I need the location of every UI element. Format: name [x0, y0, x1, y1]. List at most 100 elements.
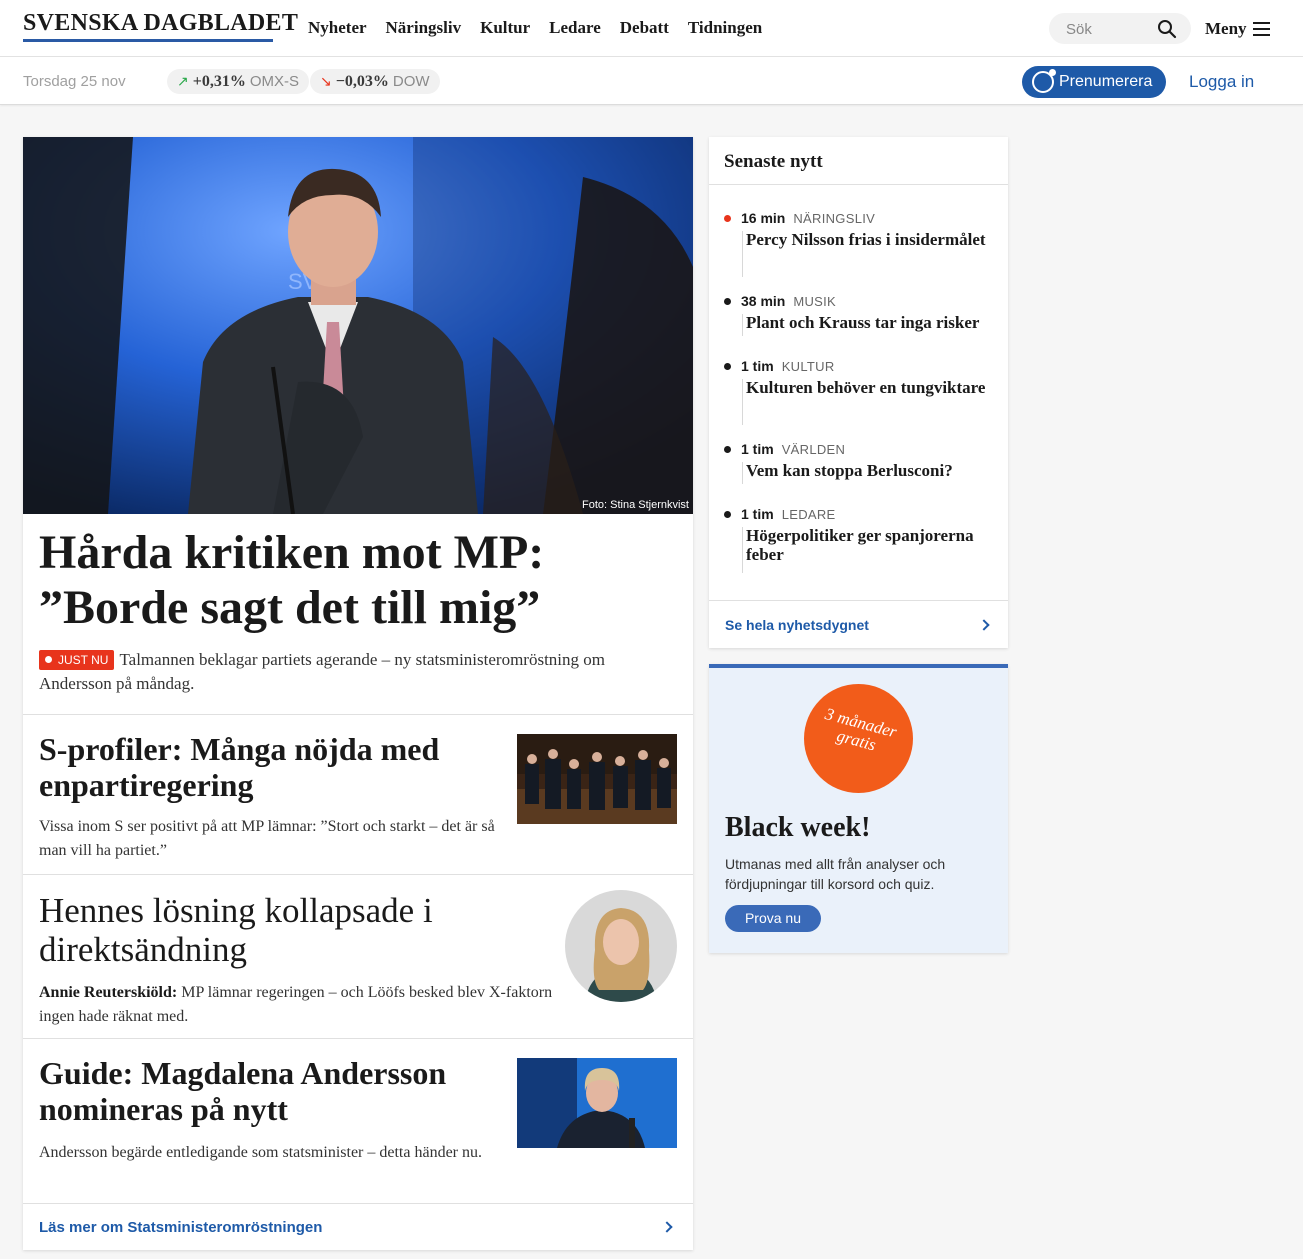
main-nav: Nyheter Näringsliv Kultur Ledare Debatt …: [308, 18, 781, 38]
article-thumbnail[interactable]: [517, 734, 677, 824]
article-teaser[interactable]: Guide: Magdalena Andersson nomineras på …: [23, 1038, 693, 1203]
latest-news-item[interactable]: 1 tim VÄRLDEN Vem kan stoppa Berlusconi?: [724, 440, 994, 484]
search-icon[interactable]: [1157, 19, 1177, 39]
news-category: NÄRINGSLIV: [793, 210, 876, 226]
ticker-dow[interactable]: ↘ −0,03% DOW: [310, 69, 440, 94]
live-dot-icon: [724, 214, 731, 222]
hero-photo: SVE: [23, 137, 693, 514]
news-headline[interactable]: Plant och Krauss tar inga risker: [746, 313, 994, 332]
article-headline[interactable]: Guide: Magdalena Andersson nomineras på …: [39, 1055, 499, 1127]
hero-image[interactable]: SVE Foto: Stina Stjernkvist: [23, 137, 693, 514]
trend-down-icon: ↘: [320, 73, 332, 89]
latest-news-title: Senaste nytt: [724, 151, 823, 172]
main-article-card: SVE Foto: Stina Stjernkvist Hårda kritik…: [23, 137, 693, 1250]
article-author: Annie Reuterskiöld:: [39, 984, 178, 1001]
ticker-omxs[interactable]: ↗ +0,31% OMX-S: [167, 69, 310, 94]
live-badge-label: JUST NU: [58, 652, 109, 667]
bullet-icon: [724, 297, 731, 305]
nav-item-ledare[interactable]: Ledare: [549, 18, 601, 38]
news-time: 1 tim: [741, 441, 774, 457]
promo-title: Black week!: [725, 812, 871, 843]
news-headline[interactable]: Kulturen behöver en tungviktare: [746, 378, 994, 397]
subscribe-label: Prenumerera: [1059, 73, 1153, 90]
bullet-icon: [724, 362, 731, 370]
ticker-index: DOW: [392, 73, 430, 90]
article-headline[interactable]: S-profiler: Många nöjda med enpartireger…: [39, 731, 499, 803]
latest-news-footer-label: Se hela nyhetsdygnet: [725, 617, 869, 633]
top-bar: SVENSKA DAGBLADET Nyheter Näringsliv Kul…: [0, 0, 1303, 57]
article-thumbnail[interactable]: [517, 1058, 677, 1148]
current-date: Torsdag 25 nov: [23, 73, 126, 90]
timeline-line: [742, 462, 743, 484]
login-link[interactable]: Logga in: [1189, 72, 1254, 92]
news-category: MUSIK: [793, 293, 837, 309]
promo-badge-text: 3 månader gratis: [801, 701, 916, 764]
news-category: VÄRLDEN: [781, 441, 846, 457]
timeline-line: [742, 314, 743, 336]
live-dot-icon: [45, 656, 52, 663]
hamburger-icon: [1252, 22, 1270, 36]
latest-news-item[interactable]: 16 min NÄRINGSLIV Percy Nilsson frias i i…: [724, 209, 994, 277]
chevron-right-icon: [978, 619, 990, 631]
menu-button[interactable]: Meny: [1205, 19, 1270, 39]
trend-up-icon: ↗: [177, 73, 189, 89]
nav-item-kultur[interactable]: Kultur: [480, 18, 530, 38]
live-badge: JUST NU: [39, 649, 115, 670]
article-lead: Annie Reuterskiöld: MP lämnar regeringen…: [39, 981, 564, 1029]
hero-headline[interactable]: Hårda kritiken mot MP: ”Borde sagt det t…: [39, 525, 679, 635]
article-lead: Vissa inom S ser positivt på att MP lämn…: [39, 818, 495, 859]
logo-underline: [23, 39, 273, 42]
promo-badge: 3 månader gratis: [804, 684, 913, 793]
latest-news-item[interactable]: 38 min MUSIK Plant och Krauss tar inga ri…: [724, 292, 994, 336]
news-time: 1 tim: [741, 358, 774, 374]
bullet-icon: [724, 445, 731, 453]
avatar-photo: [565, 890, 677, 1002]
subscribe-button[interactable]: Prenumerera: [1022, 66, 1166, 98]
bullet-icon: [724, 510, 731, 518]
article-teaser[interactable]: S-profiler: Många nöjda med enpartireger…: [23, 714, 693, 874]
news-time: 38 min: [741, 293, 786, 309]
search-input[interactable]: Sök: [1049, 13, 1191, 44]
menu-label: Meny: [1205, 19, 1247, 38]
news-category: KULTUR: [781, 358, 835, 374]
chevron-right-icon: [661, 1221, 673, 1233]
author-avatar[interactable]: [565, 890, 677, 1002]
article-teaser[interactable]: Hennes lösning kollapsade i direktsändni…: [23, 874, 693, 1038]
news-time: 1 tim: [741, 506, 774, 522]
promo-box: 3 månader gratis Black week! Utmanas med…: [709, 664, 1008, 953]
latest-news-item[interactable]: 1 tim LEDARE Högerpolitiker ger spanjorer…: [724, 505, 994, 573]
latest-news-footer-link[interactable]: Se hela nyhetsdygnet: [709, 600, 1008, 648]
ticker-value: +0,31%: [192, 72, 246, 90]
timeline-line: [742, 231, 743, 277]
thumbnail-photo: [517, 734, 677, 824]
site-logo[interactable]: SVENSKA DAGBLADET: [23, 10, 298, 36]
nav-item-tidningen[interactable]: Tidningen: [688, 18, 762, 38]
hero-lead-text: Talmannen beklagar partiets agerande – n…: [39, 650, 605, 693]
promo-text: Utmanas med allt från analyser och fördj…: [725, 856, 946, 892]
search-placeholder: Sök: [1066, 21, 1092, 38]
nav-item-debatt[interactable]: Debatt: [620, 18, 669, 38]
more-link-label: Läs mer om Statsministeromröstningen: [39, 1219, 323, 1236]
latest-news-header: Senaste nytt: [709, 137, 1008, 185]
news-category: LEDARE: [781, 506, 836, 522]
nav-item-nyheter[interactable]: Nyheter: [308, 18, 367, 38]
latest-news-panel: Senaste nytt 16 min NÄRINGSLIV Percy Nils…: [709, 137, 1008, 648]
timeline-line: [742, 527, 743, 573]
article-headline[interactable]: Hennes lösning kollapsade i direktsändni…: [39, 891, 539, 969]
thumbnail-photo: [517, 1058, 677, 1148]
latest-news-item[interactable]: 1 tim KULTUR Kulturen behöver en tungvikt…: [724, 357, 994, 425]
timeline-line: [742, 379, 743, 425]
try-now-button[interactable]: Prova nu: [725, 905, 821, 932]
ticker-value: −0,03%: [335, 72, 389, 90]
subscribe-icon: [1032, 69, 1056, 93]
news-headline[interactable]: Vem kan stoppa Berlusconi?: [746, 461, 994, 480]
hero-lead: JUST NU Talmannen beklagar partiets agera…: [39, 648, 679, 696]
photo-credit: Foto: Stina Stjernkvist: [582, 499, 689, 511]
news-headline[interactable]: Högerpolitiker ger spanjorerna feber: [746, 526, 994, 564]
more-link[interactable]: Läs mer om Statsministeromröstningen: [23, 1203, 693, 1250]
news-headline[interactable]: Percy Nilsson frias i insidermålet: [746, 230, 994, 249]
article-lead: Andersson begärde entledigande som stats…: [39, 1144, 482, 1161]
nav-item-naringsliv[interactable]: Näringsliv: [386, 18, 462, 38]
news-time: 16 min: [741, 210, 786, 226]
ticker-index: OMX-S: [249, 73, 300, 90]
